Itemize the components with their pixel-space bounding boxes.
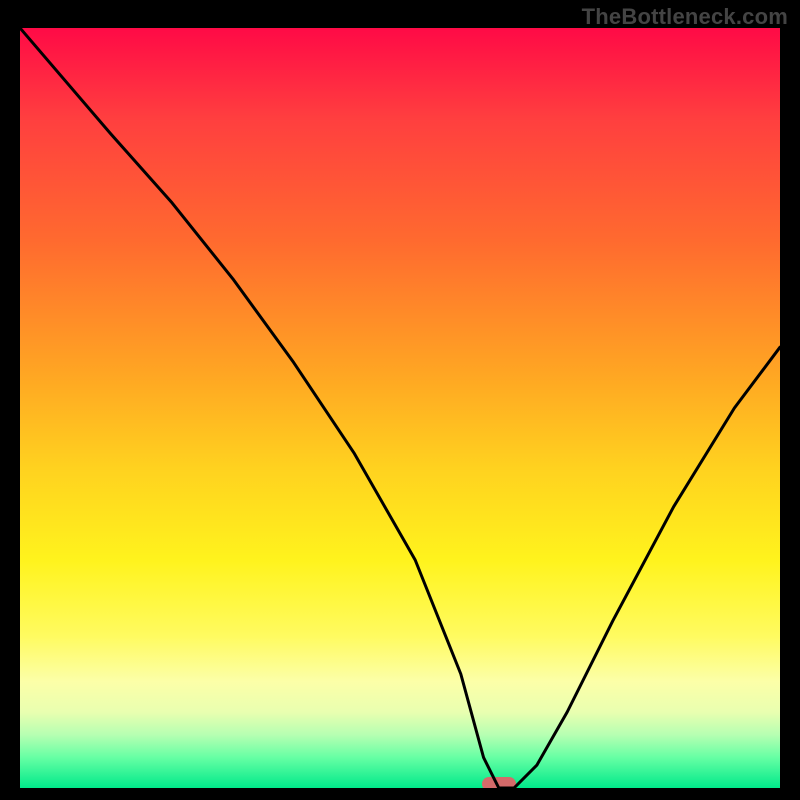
plot-area	[20, 28, 780, 788]
watermark-text: TheBottleneck.com	[582, 4, 788, 30]
bottleneck-curve	[20, 28, 780, 788]
chart-stage: TheBottleneck.com	[0, 0, 800, 800]
